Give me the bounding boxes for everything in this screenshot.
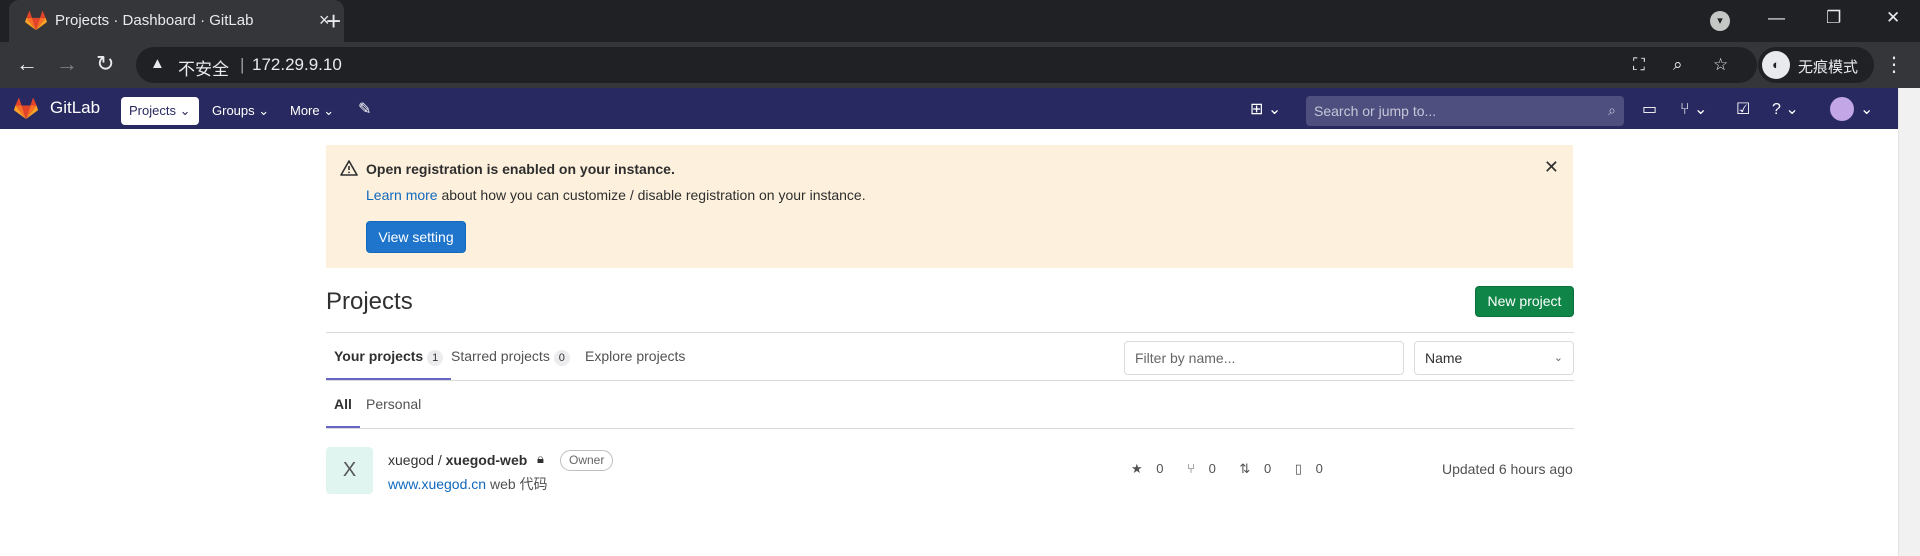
tab-explore-projects[interactable]: Explore projects xyxy=(577,333,693,380)
project-description: www.xuegod.cn web 代码 xyxy=(388,474,548,494)
chevron-down-icon: ⌄ xyxy=(179,103,191,118)
merge-requests-stat[interactable]: ⇅ 0 xyxy=(1239,461,1281,476)
sort-dropdown[interactable]: Name ⌄ xyxy=(1414,341,1574,375)
issues-stat[interactable]: ▯ 0 xyxy=(1295,461,1333,476)
tab-label: Explore projects xyxy=(585,348,686,364)
chevron-down-icon[interactable]: ⌄ xyxy=(1860,99,1873,119)
nav-groups-label: Groups xyxy=(212,103,255,118)
chevron-down-icon: ⌄ xyxy=(258,103,270,118)
tab-label: Your projects xyxy=(334,348,424,364)
sort-value: Name xyxy=(1425,350,1463,366)
filter-by-name-input[interactable]: Filter by name... xyxy=(1124,341,1404,375)
browser-titlebar: Projects · Dashboard · GitLab × + ▾ — ❐ … xyxy=(0,0,1920,42)
stars-stat[interactable]: ★ 0 xyxy=(1131,461,1174,476)
issues-icon[interactable]: ▭ xyxy=(1642,99,1657,119)
new-tab-button[interactable]: + xyxy=(326,6,341,37)
zoom-icon[interactable]: ⌕ xyxy=(1673,55,1683,75)
project-stats: ★ 0 ⑂ 0 ⇅ 0 ▯ 0 xyxy=(1131,461,1343,477)
merge-request-icon: ⇅ xyxy=(1239,461,1254,476)
count-badge: 1 xyxy=(427,350,444,366)
gitlab-favicon-icon xyxy=(25,11,47,31)
browser-toolbar: ← → ↻ ▲ 不安全 | 172.29.9.10 ⛶ ⌕ ☆ ◐ 无痕模式 ⋮ xyxy=(0,42,1920,88)
new-item-plus-icon[interactable]: ⊞ ⌄ xyxy=(1250,99,1281,119)
issues-count: 0 xyxy=(1315,461,1323,476)
back-icon[interactable]: ← xyxy=(16,51,38,77)
forward-icon[interactable]: → xyxy=(56,51,78,77)
user-avatar[interactable] xyxy=(1830,97,1854,121)
nav-groups-dropdown[interactable]: Groups ⌄ xyxy=(204,97,277,125)
description-link[interactable]: www.xuegod.cn xyxy=(388,476,486,492)
subtab-all[interactable]: All xyxy=(326,381,360,428)
merge-requests-icon[interactable]: ⑂ ⌄ xyxy=(1680,99,1707,119)
project-avatar[interactable]: X xyxy=(326,447,373,494)
learn-more-link[interactable]: Learn more xyxy=(366,187,438,203)
stars-count: 0 xyxy=(1156,461,1164,476)
merge-requests-count: 0 xyxy=(1263,461,1272,476)
role-badge: Owner xyxy=(560,450,614,471)
project-name: xuegod-web xyxy=(445,452,528,468)
address-bar[interactable]: ▲ 不安全 | 172.29.9.10 ⛶ ⌕ ☆ xyxy=(136,47,1757,83)
nav-projects-dropdown[interactable]: Projects ⌄ xyxy=(121,97,199,125)
tab-title: Projects · Dashboard · GitLab xyxy=(55,12,254,29)
alert-body-text: about how you can customize / disable re… xyxy=(437,187,866,203)
nav-more-dropdown[interactable]: More ⌄ xyxy=(282,97,342,125)
incognito-label: 无痕模式 xyxy=(1798,59,1859,76)
close-window-icon[interactable]: ✕ xyxy=(1886,8,1900,28)
tab-label: Starred projects xyxy=(451,348,550,364)
page-scrollbar[interactable] xyxy=(1898,88,1920,556)
tab-your-projects[interactable]: Your projects 1 xyxy=(326,333,452,380)
gitlab-navbar: GitLab Projects ⌄ Groups ⌄ More ⌄ ✎ ⊞ ⌄ … xyxy=(0,88,1898,129)
close-icon[interactable]: ✕ xyxy=(1544,157,1559,178)
chevron-down-icon: ⌄ xyxy=(1553,352,1563,364)
count-badge: 0 xyxy=(553,350,570,366)
browser-tab[interactable]: Projects · Dashboard · GitLab × xyxy=(9,0,344,42)
gitlab-brand[interactable]: GitLab xyxy=(50,98,100,118)
issues-icon: ▯ xyxy=(1294,461,1306,476)
project-title[interactable]: xuegod / xuegod-web xyxy=(388,452,527,468)
chevron-down-icon: ⌄ xyxy=(323,103,335,118)
projects-subtabs: All Personal xyxy=(326,381,1574,429)
address-separator: | xyxy=(240,55,245,74)
forks-count: 0 xyxy=(1208,461,1216,476)
new-project-button[interactable]: New project xyxy=(1475,286,1574,317)
project-namespace: xuegod / xyxy=(388,452,446,468)
translate-icon[interactable]: ⛶ xyxy=(1633,55,1645,75)
bookmark-star-icon[interactable]: ☆ xyxy=(1713,55,1728,75)
tab-search-icon[interactable]: ▾ xyxy=(1710,11,1730,31)
warning-icon xyxy=(340,160,358,176)
updated-timestamp: Updated 6 hours ago xyxy=(1442,461,1573,477)
insecure-label: 不安全 xyxy=(178,60,229,79)
view-setting-button[interactable]: View setting xyxy=(366,221,466,253)
admin-wrench-icon[interactable]: ✎ xyxy=(358,99,371,119)
search-input[interactable]: Search or jump to... ⌕ xyxy=(1306,96,1624,126)
lock-icon: 🔒︎ xyxy=(537,451,544,466)
incognito-icon: ◐ xyxy=(1762,51,1790,79)
incognito-profile[interactable]: ◐ 无痕模式 xyxy=(1758,47,1874,83)
address-url[interactable]: 172.29.9.10 xyxy=(252,55,342,75)
nav-projects-label: Projects xyxy=(129,103,176,118)
reload-icon[interactable]: ↻ xyxy=(96,51,114,77)
help-icon[interactable]: ? ⌄ xyxy=(1772,99,1799,119)
star-icon: ★ xyxy=(1131,461,1147,476)
warning-icon[interactable]: ▲ xyxy=(150,55,165,72)
alert-title: Open registration is enabled on your ins… xyxy=(366,161,675,177)
nav-more-label: More xyxy=(290,103,320,118)
gitlab-logo-icon[interactable] xyxy=(14,98,38,120)
page-title: Projects xyxy=(326,288,413,315)
tab-starred-projects[interactable]: Starred projects 0 xyxy=(443,333,578,380)
projects-tabs: Your projects 1 Starred projects 0 Explore… xyxy=(326,332,1574,381)
browser-menu-icon[interactable]: ⋮ xyxy=(1884,52,1904,77)
search-icon: ⌕ xyxy=(1608,102,1616,118)
registration-alert: Open registration is enabled on your ins… xyxy=(326,145,1573,268)
minimize-icon[interactable]: — xyxy=(1768,8,1785,28)
search-placeholder: Search or jump to... xyxy=(1314,103,1437,119)
fork-icon: ⑂ xyxy=(1187,461,1199,476)
restore-icon[interactable]: ❐ xyxy=(1826,8,1841,28)
todos-icon[interactable]: ☑ xyxy=(1736,99,1750,119)
alert-body: Learn more about how you can customize /… xyxy=(366,187,866,203)
forks-stat[interactable]: ⑂ 0 xyxy=(1187,461,1226,476)
subtab-personal[interactable]: Personal xyxy=(358,381,429,428)
description-text: web 代码 xyxy=(486,476,548,492)
